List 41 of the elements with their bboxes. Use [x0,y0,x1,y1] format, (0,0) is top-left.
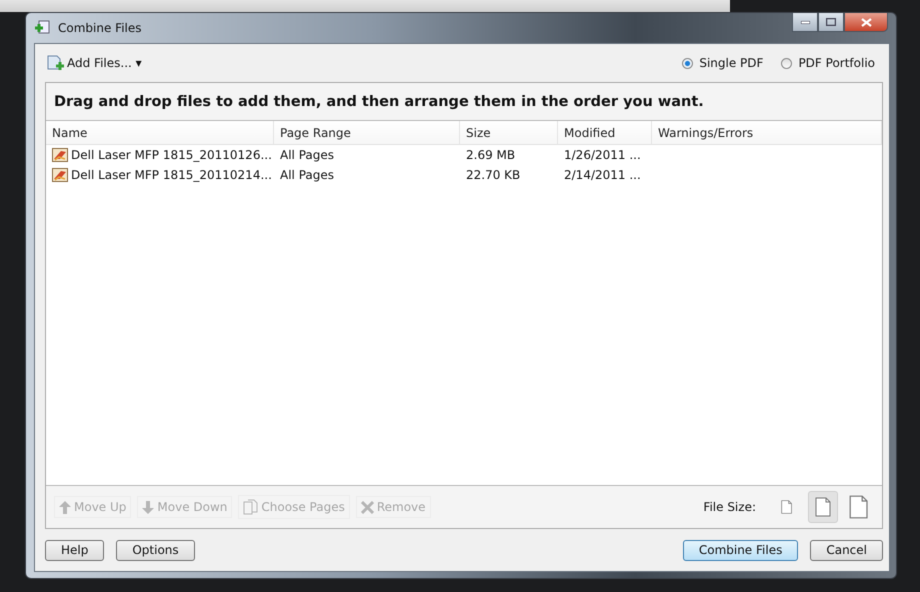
table-cell: All Pages [280,148,334,162]
column-header[interactable]: Warnings/Errors [652,121,882,144]
dialog-button[interactable]: Cancel [810,540,883,560]
maximize-button[interactable] [818,13,844,32]
page-icon [849,495,869,519]
table-cell: Dell Laser MFP 1815_20110214... [71,168,272,182]
output-mode-radio[interactable]: Single PDF [682,56,764,70]
column-header[interactable]: Page Range [274,121,460,144]
minimize-button[interactable] [792,13,818,32]
close-icon [860,18,872,26]
column-header[interactable]: Modified [558,121,652,144]
dialog-button[interactable]: Help [45,540,104,560]
add-file-icon [47,55,65,71]
maximize-icon [826,18,836,26]
pages-icon [243,499,258,515]
arrow-down-icon [142,500,154,514]
window-title: Combine Files [58,21,142,35]
pdf-file-icon [52,168,68,182]
page-icon [781,500,793,514]
arrow-up-icon [59,500,71,514]
table-cell: 2.69 MB [466,148,516,162]
minimize-icon [800,20,810,24]
column-header[interactable]: Name [46,121,274,144]
table-cell: All Pages [280,168,334,182]
file-size-label: File Size: [703,500,756,514]
column-header[interactable]: Size [460,121,558,144]
table-cell: 2/14/2011 ... [564,168,641,182]
cross-icon [360,500,374,514]
add-files-button[interactable]: Add Files... ▾ [45,53,144,73]
table-cell: 22.70 KB [466,168,520,182]
app-icon [34,20,52,36]
file-size-button[interactable] [808,491,838,523]
table-cell: Dell Laser MFP 1815_20110126... [71,148,272,162]
close-button[interactable] [844,13,888,32]
instruction-text: Drag and drop files to add them, and then arrange them in the order you want. [54,94,704,110]
table-cell: 1/26/2011 ... [564,148,641,162]
dialog-button[interactable]: Combine Files [682,540,798,560]
output-mode-radio[interactable]: PDF Portfolio [781,56,875,70]
dialog-button[interactable]: Options [116,540,195,560]
page-icon [815,497,831,517]
pdf-file-icon [52,148,68,162]
